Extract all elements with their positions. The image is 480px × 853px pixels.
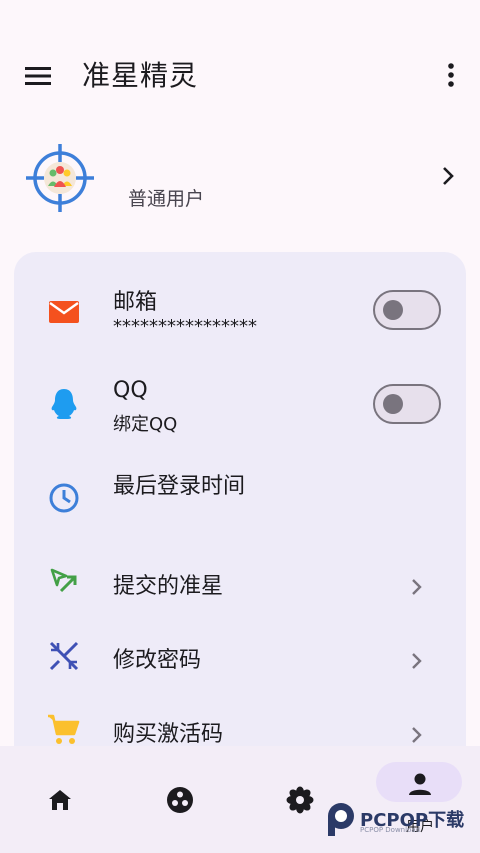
submitted-crosshairs-row[interactable]: 提交的准星 bbox=[14, 558, 466, 618]
submitted-crosshairs-label: 提交的准星 bbox=[113, 574, 224, 599]
password-icon bbox=[49, 641, 79, 671]
watermark-subtext: PCPOP Download bbox=[360, 826, 421, 834]
chevron-right-icon bbox=[412, 653, 422, 669]
email-value: **************** bbox=[113, 316, 257, 337]
chevron-right-icon bbox=[412, 579, 422, 595]
email-row: 邮箱 **************** bbox=[14, 278, 466, 358]
qq-row: QQ 绑定QQ bbox=[14, 370, 466, 450]
email-label: 邮箱 bbox=[113, 290, 158, 315]
profile-header[interactable]: 普通用户 bbox=[0, 138, 480, 238]
email-icon bbox=[49, 301, 79, 323]
change-password-row[interactable]: 修改密码 bbox=[14, 632, 466, 692]
change-password-label: 修改密码 bbox=[113, 648, 202, 673]
chevron-right-icon bbox=[443, 167, 454, 185]
app-title: 准星精灵 bbox=[82, 59, 199, 92]
toggle-knob bbox=[383, 394, 403, 414]
more-vert-icon bbox=[448, 63, 454, 87]
submit-send-icon bbox=[50, 568, 77, 593]
crosshair-avatar-icon bbox=[26, 144, 94, 212]
more-options-button[interactable] bbox=[436, 60, 466, 90]
app-bar: 准星精灵 bbox=[0, 0, 480, 150]
account-settings-card: 邮箱 **************** QQ 绑定QQ 最后登录时间 提交的准星 bbox=[14, 252, 466, 772]
email-toggle[interactable] bbox=[373, 290, 441, 330]
toggle-knob bbox=[383, 300, 403, 320]
menu-button[interactable] bbox=[22, 60, 54, 92]
flower-icon bbox=[286, 786, 314, 814]
qq-label: QQ bbox=[113, 378, 148, 403]
nav-community[interactable] bbox=[120, 746, 240, 853]
buy-activation-code-label: 购买激活码 bbox=[113, 722, 224, 747]
last-login-row: 最后登录时间 bbox=[14, 464, 466, 550]
chevron-right-icon bbox=[412, 727, 422, 743]
qq-penguin-icon bbox=[51, 389, 77, 419]
qq-toggle[interactable] bbox=[373, 384, 441, 424]
watermark-logo: PCPOP下载 PCPOP Download bbox=[324, 800, 474, 840]
qq-value: 绑定QQ bbox=[113, 414, 178, 435]
user-type-label: 普通用户 bbox=[128, 188, 205, 210]
hamburger-menu-icon bbox=[25, 67, 51, 85]
nav-home[interactable] bbox=[0, 746, 120, 853]
clock-icon bbox=[49, 483, 79, 513]
community-icon bbox=[167, 787, 193, 813]
person-icon bbox=[409, 773, 431, 795]
last-login-label: 最后登录时间 bbox=[113, 474, 246, 499]
home-icon bbox=[49, 790, 71, 810]
shopping-cart-icon bbox=[48, 714, 80, 744]
watermark-p-icon bbox=[328, 803, 354, 836]
